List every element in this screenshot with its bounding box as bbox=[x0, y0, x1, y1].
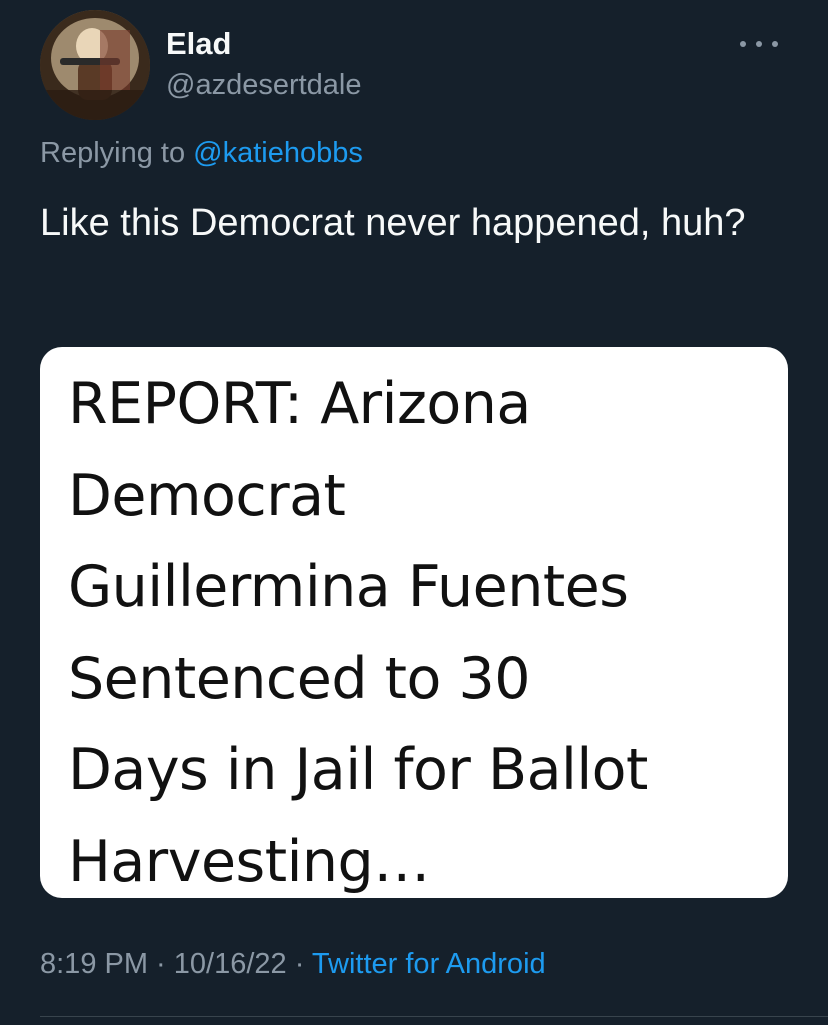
user-handle[interactable]: @azdesertdale bbox=[166, 69, 362, 102]
more-options-button[interactable] bbox=[740, 34, 778, 54]
display-name[interactable]: Elad bbox=[166, 26, 231, 62]
media-headline: REPORT: Arizona Democrat Guillermina Fue… bbox=[68, 371, 648, 895]
more-horizontal-icon-dot bbox=[756, 41, 762, 47]
avatar[interactable] bbox=[40, 10, 150, 120]
replying-to-label: Replying to bbox=[40, 137, 194, 169]
tweet-time[interactable]: 8:19 PM bbox=[40, 948, 148, 980]
avatar-image bbox=[40, 10, 150, 120]
more-horizontal-icon-dot bbox=[772, 41, 778, 47]
replying-to: Replying to @katiehobbs bbox=[40, 137, 363, 170]
divider bbox=[40, 1016, 828, 1017]
meta-separator: · bbox=[148, 948, 174, 980]
tweet-metadata: 8:19 PM · 10/16/22 · Twitter for Android bbox=[40, 948, 546, 981]
tweet: Elad @azdesertdale Replying to @katiehob… bbox=[0, 0, 828, 1025]
tweet-text: Like this Democrat never happened, huh? bbox=[40, 202, 746, 244]
tweet-source-link[interactable]: Twitter for Android bbox=[312, 948, 546, 980]
tweet-media-image[interactable]: REPORT: Arizona Democrat Guillermina Fue… bbox=[40, 347, 788, 898]
reply-mention-link[interactable]: @katiehobbs bbox=[193, 137, 363, 169]
meta-separator: · bbox=[286, 948, 312, 980]
tweet-date[interactable]: 10/16/22 bbox=[174, 948, 287, 980]
more-horizontal-icon bbox=[740, 41, 746, 47]
